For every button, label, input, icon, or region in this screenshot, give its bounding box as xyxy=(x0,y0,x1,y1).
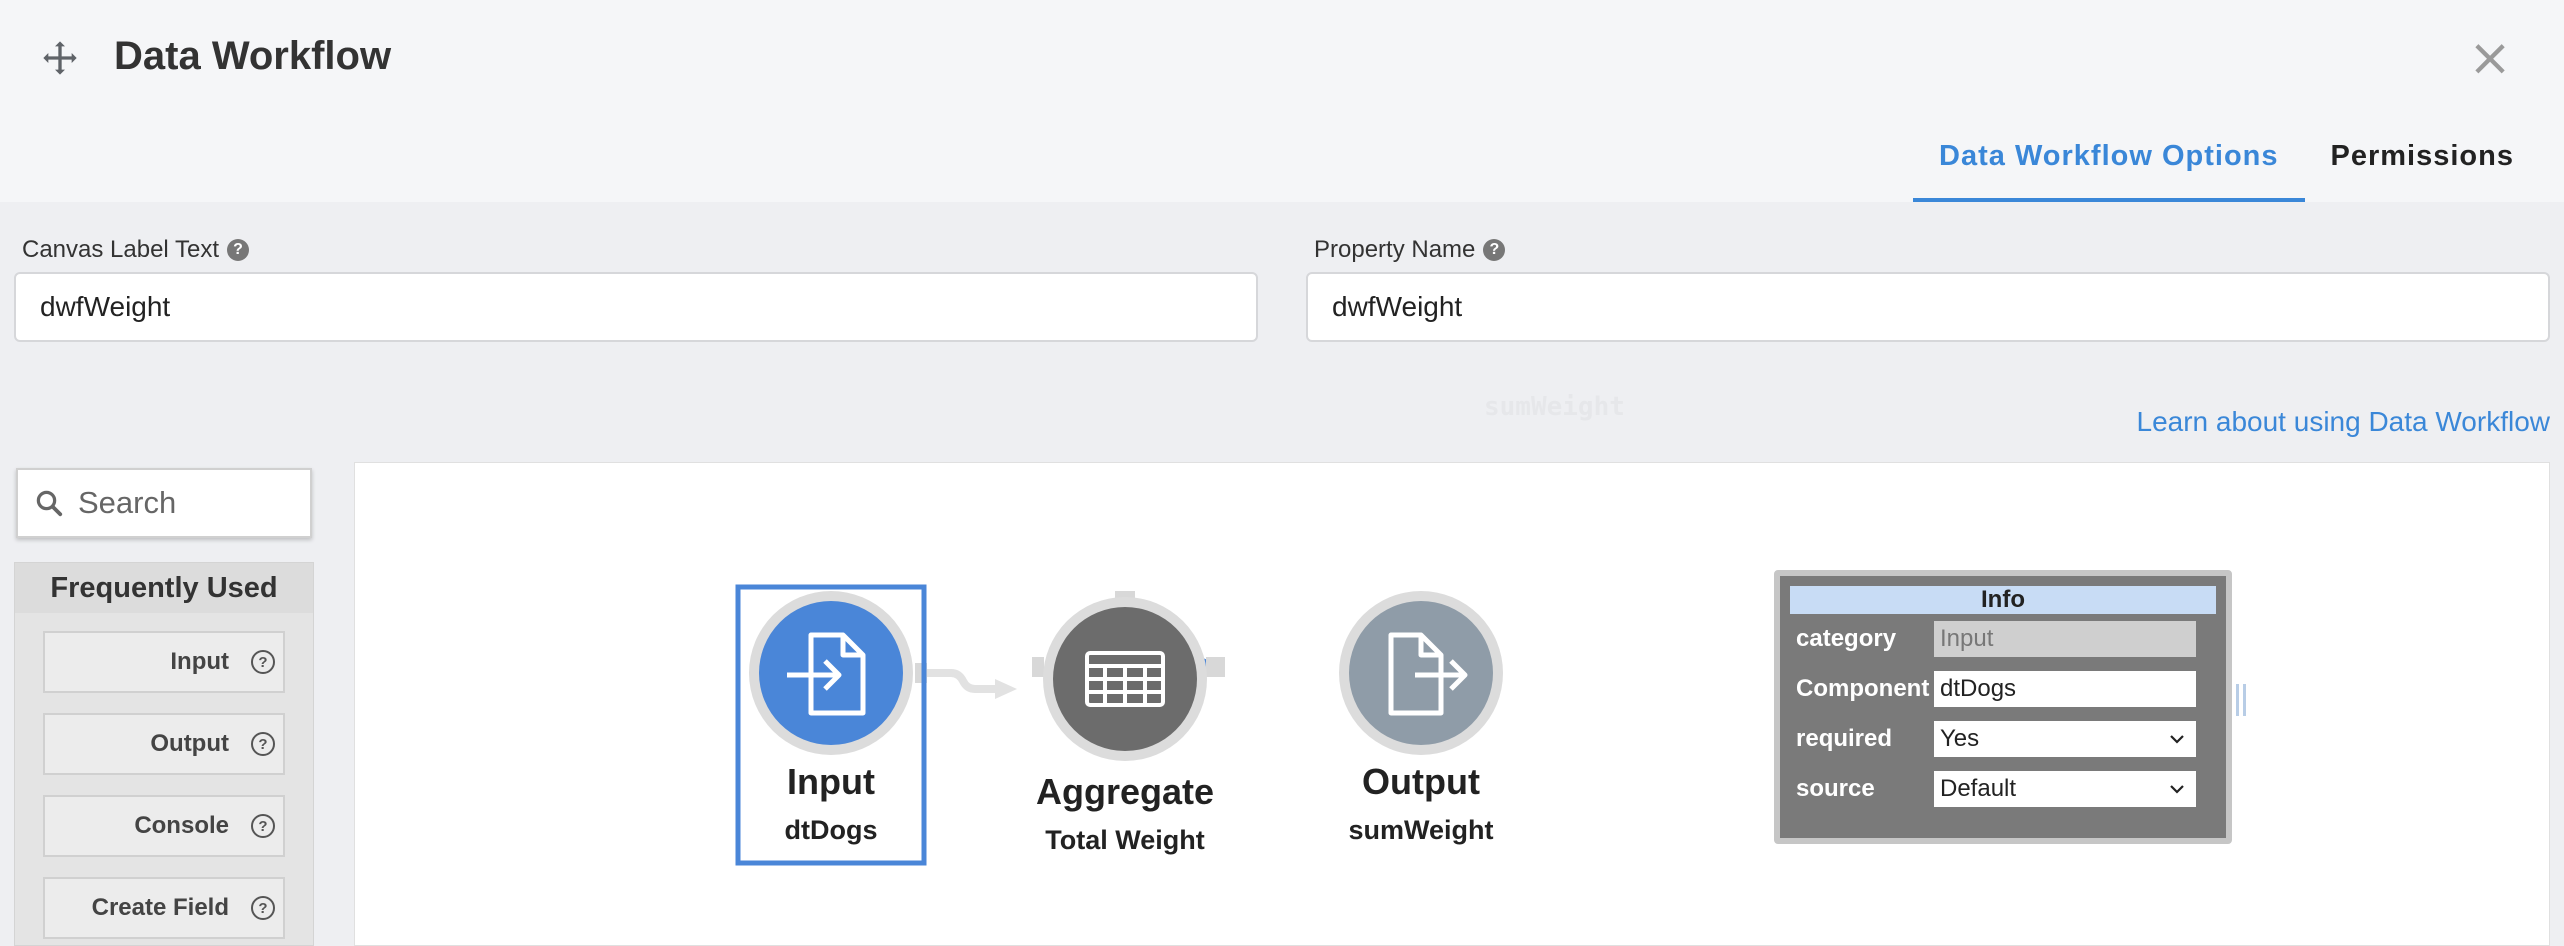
move-icon[interactable] xyxy=(40,38,80,78)
node-name: Input xyxy=(787,761,875,802)
close-icon[interactable]: × xyxy=(2468,32,2512,84)
info-row-source: source Default xyxy=(1790,764,2216,814)
node-aggregate[interactable] xyxy=(1043,597,1207,761)
help-icon[interactable]: ? xyxy=(227,239,250,261)
info-key: Component xyxy=(1796,675,1930,702)
source-select[interactable]: Default xyxy=(1934,771,2196,807)
property-name-input[interactable]: dwfWeight xyxy=(1306,272,2550,342)
node-input-label: Input dtDogs xyxy=(701,761,961,846)
connector-input-aggregate xyxy=(921,669,1001,693)
required-select-value: Yes xyxy=(1940,725,1980,752)
chevron-down-icon xyxy=(2170,735,2184,744)
output-port[interactable] xyxy=(1206,657,1216,677)
info-row-category: category Input xyxy=(1790,614,2216,664)
resize-handle[interactable] xyxy=(2236,684,2246,716)
search-icon xyxy=(36,490,63,517)
component-palette: Frequently Used Input ? Output ? Console… xyxy=(14,562,314,946)
info-key: source xyxy=(1796,775,1875,802)
canvas-label-text-input[interactable]: dwfWeight xyxy=(14,272,1258,342)
tab-data-workflow-options[interactable]: Data Workflow Options xyxy=(1913,110,2305,202)
info-panel[interactable]: Info category Input Component dtDogs req… xyxy=(1774,570,2246,844)
required-select[interactable]: Yes xyxy=(1934,721,2196,757)
palette-item-label: Create Field xyxy=(91,894,229,921)
node-output[interactable] xyxy=(1339,591,1503,755)
palette-item-output[interactable]: Output ? xyxy=(43,713,285,775)
info-row-component: Component dtDogs xyxy=(1790,664,2216,714)
help-icon[interactable]: ? xyxy=(251,896,275,920)
node-subtitle: sumWeight xyxy=(1348,815,1494,845)
chevron-down-icon xyxy=(2170,785,2184,794)
palette-item-input[interactable]: Input ? xyxy=(43,631,285,693)
source-select-value: Default xyxy=(1940,775,2017,802)
node-aggregate-label: Aggregate Total Weight xyxy=(995,771,1255,856)
node-output-label: Output sumWeight xyxy=(1291,761,1551,846)
node-name: Aggregate xyxy=(1035,771,1215,812)
palette-section-title: Frequently Used xyxy=(15,563,313,613)
node-subtitle: Total Weight xyxy=(1045,825,1205,855)
palette-item-label: Console xyxy=(134,812,229,839)
palette-item-label: Input xyxy=(170,648,229,675)
canvas-label-text-caption: Canvas Label Text xyxy=(22,236,220,263)
info-key: category xyxy=(1796,625,1897,652)
component-field[interactable]: dtDogs xyxy=(1934,671,2196,707)
tab-permissions[interactable]: Permissions xyxy=(2305,110,2540,202)
palette-item-console[interactable]: Console ? xyxy=(43,795,285,857)
help-icon[interactable]: ? xyxy=(1483,239,1506,261)
canvas-label-text-label: Canvas Label Text ? xyxy=(22,236,250,264)
info-row-required: required Yes xyxy=(1790,714,2216,764)
node-name: Output xyxy=(1362,761,1480,802)
node-subtitle: dtDogs xyxy=(784,815,878,845)
dialog-header: Data Workflow × Data Workflow Options Pe… xyxy=(0,0,2564,202)
palette-search-input[interactable]: Search xyxy=(16,468,312,538)
tab-bar: Data Workflow Options Permissions xyxy=(1913,110,2540,202)
background-ghost-text: sumWeight xyxy=(1484,392,1625,422)
learn-data-workflow-link[interactable]: Learn about using Data Workflow xyxy=(2137,406,2551,438)
help-icon[interactable]: ? xyxy=(251,814,275,838)
palette-item-label: Output xyxy=(150,730,229,757)
info-panel-title: Info xyxy=(1790,586,2216,614)
input-port[interactable] xyxy=(1032,657,1044,677)
palette-item-create-field[interactable]: Create Field ? xyxy=(43,877,285,939)
property-name-label: Property Name ? xyxy=(1314,236,1506,264)
category-field: Input xyxy=(1934,621,2196,657)
help-icon[interactable]: ? xyxy=(251,732,275,756)
node-input[interactable] xyxy=(749,591,913,755)
help-icon[interactable]: ? xyxy=(251,650,275,674)
connector-arrow xyxy=(995,679,1017,699)
property-name-caption: Property Name xyxy=(1314,236,1476,263)
dialog-title: Data Workflow xyxy=(114,34,392,78)
search-placeholder: Search xyxy=(78,485,177,520)
info-key: required xyxy=(1796,725,1893,752)
